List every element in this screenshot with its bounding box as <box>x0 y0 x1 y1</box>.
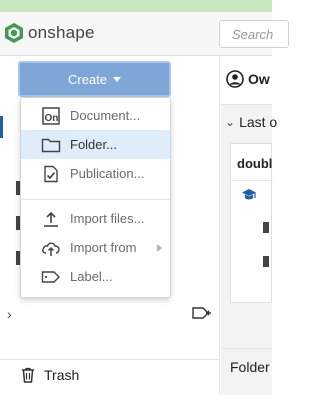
menu-item-import-from[interactable]: Import from <box>21 233 170 262</box>
document-card[interactable]: doubl <box>230 143 273 303</box>
folder-icon <box>41 136 61 154</box>
top-strip <box>0 0 272 12</box>
document-icon: On <box>41 107 61 125</box>
sidebar-selected-indicator <box>0 116 3 138</box>
cloud-upload-icon <box>41 239 61 257</box>
menu-item-label: Import files... <box>70 211 145 226</box>
onshape-logo[interactable]: onshape <box>4 22 95 44</box>
chevron-down-icon: ⌄ <box>225 115 236 129</box>
menu-item-label: Folder... <box>70 137 117 152</box>
sidebar-divider <box>0 359 220 360</box>
card-text-fragment <box>263 222 269 233</box>
trash-icon <box>22 367 34 383</box>
menu-item-label: Import from <box>70 240 137 255</box>
expand-arrow-icon[interactable]: › <box>7 306 12 322</box>
create-button-label: Create <box>67 71 108 87</box>
publication-icon <box>41 165 61 183</box>
search-placeholder: Search <box>232 27 274 42</box>
menu-item-label: Label... <box>70 269 113 284</box>
svg-text:On: On <box>45 113 59 124</box>
add-label-icon[interactable] <box>192 306 212 320</box>
sidebar-item-trash[interactable]: Trash <box>20 367 79 383</box>
onshape-logo-icon <box>5 23 23 43</box>
menu-item-folder[interactable]: Folder... <box>21 130 170 159</box>
menu-item-document[interactable]: On Document... <box>21 101 170 130</box>
section-label: Last o <box>239 114 278 130</box>
app-name: onshape <box>28 23 95 42</box>
search-input[interactable]: Search <box>219 20 289 48</box>
graduation-cap-icon <box>242 189 256 200</box>
create-button[interactable]: Create <box>18 61 171 97</box>
menu-item-label-create[interactable]: Label... <box>21 262 170 291</box>
folder-column-header[interactable]: Folder <box>221 348 272 384</box>
menu-item-publication[interactable]: Publication... <box>21 159 170 188</box>
menu-item-label: Document... <box>70 108 141 123</box>
caret-down-icon <box>113 76 122 82</box>
section-header[interactable]: ⌄ Last o <box>221 108 277 136</box>
menu-item-import-files[interactable]: Import files... <box>21 204 170 233</box>
user-icon <box>226 70 244 88</box>
create-dropdown-menu: On Document... Folder... Publication... <box>20 97 171 298</box>
menu-separator <box>21 199 170 200</box>
submenu-arrow-icon <box>157 243 162 252</box>
folder-column-label: Folder <box>230 358 270 375</box>
upload-icon <box>41 210 61 228</box>
owner-label: Ow <box>248 71 270 87</box>
card-title: doubl <box>237 156 273 171</box>
app-header: onshape Search <box>0 12 289 56</box>
label-icon <box>41 268 61 286</box>
card-divider <box>231 180 273 181</box>
owner-filter[interactable]: Ow <box>226 70 270 88</box>
menu-item-label: Publication... <box>70 166 145 181</box>
card-text-fragment <box>263 256 269 267</box>
trash-label: Trash <box>44 367 80 383</box>
